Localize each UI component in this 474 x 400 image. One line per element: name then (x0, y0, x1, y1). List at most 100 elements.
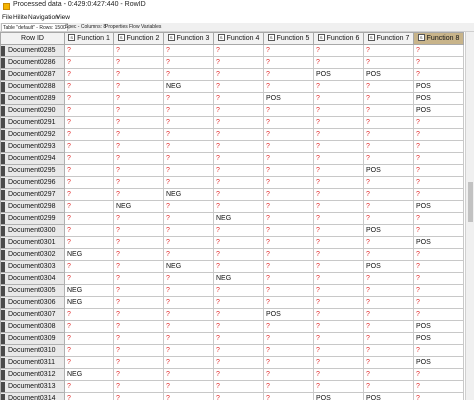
row-id-cell[interactable]: Document0301 (0, 236, 65, 249)
row-id-cell[interactable]: Document0299 (0, 212, 65, 225)
table-cell[interactable]: ? (413, 380, 464, 393)
table-row[interactable]: Document0289???? POS?? POS (0, 92, 464, 105)
table-cell[interactable]: ? (363, 308, 414, 321)
table-row[interactable]: Document0312 NEG??????? (0, 368, 464, 381)
table-cell[interactable]: ? (113, 344, 164, 357)
table-row[interactable]: Document0307???? POS??? (0, 308, 464, 321)
table-cell[interactable]: POS (263, 308, 314, 321)
table-cell[interactable]: POS (363, 224, 414, 237)
row-id-cell[interactable]: Document0308 (0, 320, 65, 333)
table-cell[interactable]: ? (313, 272, 364, 285)
table-row[interactable]: Document0297?? NEG????? (0, 188, 464, 201)
column-header-function-4[interactable]: S Function 4 (213, 32, 264, 45)
table-cell[interactable]: ? (363, 200, 414, 213)
table-cell[interactable]: ? (263, 368, 314, 381)
table-cell[interactable]: ? (64, 308, 114, 321)
table-cell[interactable]: ? (363, 140, 414, 153)
table-cell[interactable]: ? (313, 332, 364, 345)
table-row[interactable]: Document0287????? POS POS? (0, 68, 464, 81)
table-cell[interactable]: ? (113, 248, 164, 261)
table-cell[interactable]: ? (213, 296, 264, 309)
table-cell[interactable]: ? (313, 92, 364, 105)
table-cell[interactable]: ? (213, 164, 264, 177)
row-id-cell[interactable]: Document0302 (0, 248, 65, 261)
table-cell[interactable]: ? (113, 80, 164, 93)
row-id-cell[interactable]: Document0292 (0, 128, 65, 141)
table-cell[interactable]: ? (64, 380, 114, 393)
table-cell[interactable]: ? (213, 188, 264, 201)
row-id-cell[interactable]: Document0303 (0, 260, 65, 273)
table-cell[interactable]: ? (413, 272, 464, 285)
table-cell[interactable]: ? (213, 116, 264, 129)
table-cell[interactable]: ? (413, 188, 464, 201)
table-cell[interactable]: ? (64, 224, 114, 237)
table-cell[interactable]: ? (313, 200, 364, 213)
table-cell[interactable]: ? (163, 356, 214, 369)
scrollbar-thumb[interactable] (468, 182, 473, 222)
table-cell[interactable]: ? (113, 272, 164, 285)
row-id-cell[interactable]: Document0306 (0, 296, 65, 309)
table-cell[interactable]: ? (313, 164, 364, 177)
table-cell[interactable]: ? (113, 296, 164, 309)
table-cell[interactable]: ? (313, 212, 364, 225)
table-cell[interactable]: POS (363, 260, 414, 273)
table-cell[interactable]: ? (313, 140, 364, 153)
table-cell[interactable]: NEG (163, 260, 214, 273)
table-cell[interactable]: ? (313, 104, 364, 117)
table-cell[interactable]: ? (163, 320, 214, 333)
column-header-function-5[interactable]: S Function 5 (263, 32, 314, 45)
table-cell[interactable]: ? (363, 212, 414, 225)
row-id-cell[interactable]: Document0290 (0, 104, 65, 117)
table-cell[interactable]: ? (64, 80, 114, 93)
table-cell[interactable]: ? (263, 104, 314, 117)
table-cell[interactable]: ? (113, 104, 164, 117)
table-cell[interactable]: ? (113, 236, 164, 249)
table-cell[interactable]: ? (413, 284, 464, 297)
table-cell[interactable]: ? (263, 80, 314, 93)
table-cell[interactable]: ? (263, 164, 314, 177)
table-cell[interactable]: NEG (64, 248, 114, 261)
table-cell[interactable]: ? (263, 344, 314, 357)
table-cell[interactable]: ? (313, 176, 364, 189)
tab-flow-variables[interactable]: Flow Variables (128, 23, 162, 31)
table-cell[interactable]: ? (113, 92, 164, 105)
table-row[interactable]: Document0285???????? (0, 44, 464, 57)
column-header-function-7[interactable]: S Function 7 (363, 32, 414, 45)
table-cell[interactable]: ? (64, 188, 114, 201)
table-cell[interactable]: ? (213, 380, 264, 393)
table-cell[interactable]: ? (263, 188, 314, 201)
table-cell[interactable]: NEG (213, 272, 264, 285)
row-id-cell[interactable]: Document0298 (0, 200, 65, 213)
table-cell[interactable]: ? (313, 44, 364, 57)
table-cell[interactable]: ? (313, 344, 364, 357)
row-id-cell[interactable]: Document0296 (0, 176, 65, 189)
table-cell[interactable]: ? (363, 320, 414, 333)
table-cell[interactable]: ? (64, 104, 114, 117)
table-cell[interactable]: ? (213, 56, 264, 69)
table-cell[interactable]: ? (113, 176, 164, 189)
table-cell[interactable]: ? (163, 248, 214, 261)
table-cell[interactable]: ? (263, 140, 314, 153)
table-cell[interactable]: ? (363, 248, 414, 261)
table-cell[interactable]: ? (213, 368, 264, 381)
table-row[interactable]: Document0294???????? (0, 152, 464, 165)
table-cell[interactable]: ? (263, 56, 314, 69)
table-row[interactable]: Document0311??????? POS (0, 356, 464, 369)
table-cell[interactable]: ? (213, 284, 264, 297)
table-cell[interactable]: ? (263, 116, 314, 129)
table-row[interactable]: Document0295?????? POS? (0, 164, 464, 177)
table-cell[interactable]: ? (64, 140, 114, 153)
table-cell[interactable]: ? (363, 236, 414, 249)
table-cell[interactable]: ? (263, 128, 314, 141)
table-cell[interactable]: ? (313, 260, 364, 273)
table-cell[interactable]: ? (64, 116, 114, 129)
table-cell[interactable]: ? (263, 272, 314, 285)
table-cell[interactable]: ? (363, 344, 414, 357)
table-cell[interactable]: NEG (163, 188, 214, 201)
table-cell[interactable]: ? (163, 68, 214, 81)
table-cell[interactable]: ? (263, 332, 314, 345)
table-cell[interactable]: ? (263, 176, 314, 189)
table-cell[interactable]: ? (413, 164, 464, 177)
table-cell[interactable]: ? (113, 212, 164, 225)
row-id-cell[interactable]: Document0314 (0, 392, 65, 400)
